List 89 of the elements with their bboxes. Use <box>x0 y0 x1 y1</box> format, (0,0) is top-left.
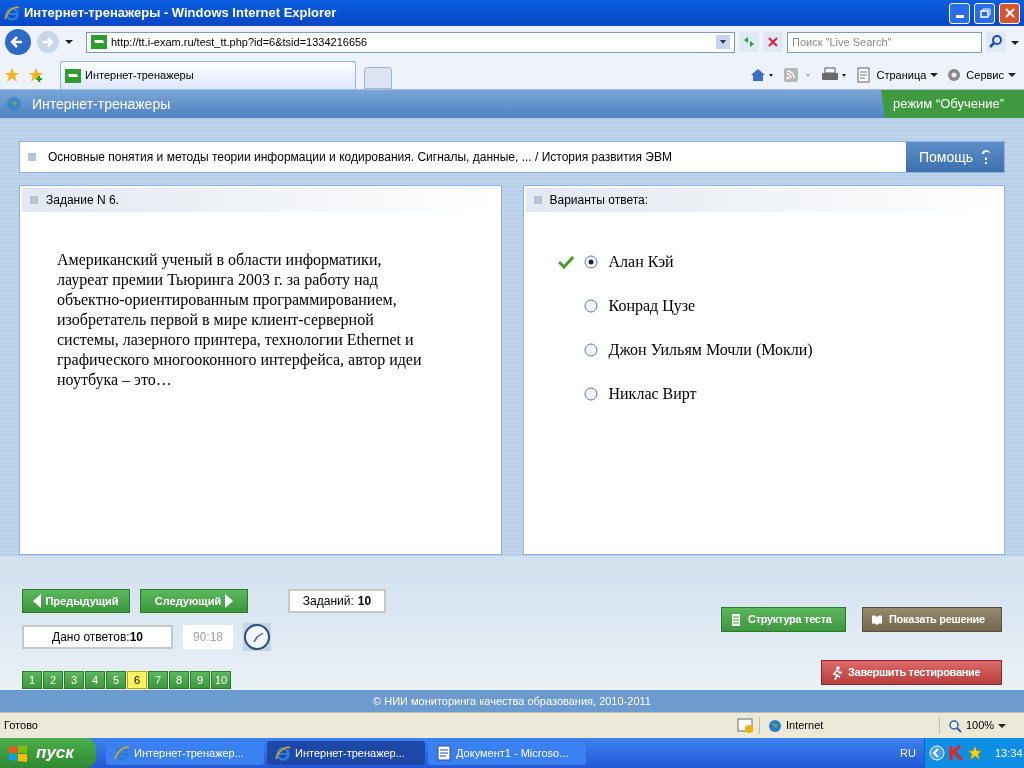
tools-menu[interactable]: Сервис <box>946 66 1016 84</box>
back-icon[interactable] <box>4 28 32 56</box>
answer-option[interactable]: Никлас Вирт <box>608 382 697 406</box>
clock-text: 13:34 <box>995 745 1023 761</box>
language-indicator: RU <box>900 745 916 761</box>
radio-button[interactable] <box>583 255 598 269</box>
page-title: Интернет-тренажеры <box>32 94 172 114</box>
stop-icon[interactable] <box>763 32 783 52</box>
zone-text: Internet <box>786 718 824 734</box>
star-icon[interactable] <box>4 67 20 83</box>
chevron-left-icon[interactable] <box>929 745 945 761</box>
address-field[interactable]: http://tt.i-exam.ru/test_tt.php?id=6&tsid=1334216656 <box>86 31 735 53</box>
timer-text: 90:18 <box>183 625 233 649</box>
page-number-button[interactable]: 5 <box>106 671 126 689</box>
bullet-icon <box>28 153 36 161</box>
radio-button[interactable] <box>583 387 598 401</box>
window-title: Интернет-тренажеры - Windows Internet Explorer <box>24 4 338 23</box>
previous-button[interactable]: Предыдущий <box>22 589 130 613</box>
zoom-icon <box>948 718 962 733</box>
restore-icon <box>978 7 991 19</box>
question-text: Американский ученый в области информатики, лауреат премии Тьюринга 2003 г. за работу над объектно-ориентированным программированием, изобретатель первой в мире клиент-серверной системы, лазерного принтера, технологии Ethernet и графического многооконного интерфейса, автор идеи ноутбука – это… <box>57 250 423 390</box>
windows-logo-icon <box>8 744 28 762</box>
gear-icon <box>946 67 963 83</box>
dropdown-icon[interactable] <box>64 37 74 47</box>
page-number-button[interactable]: 4 <box>85 671 105 689</box>
panel-heading: Задание N 6. <box>46 192 119 209</box>
show-solution-button[interactable]: Показать решение <box>862 607 1002 632</box>
ie-icon <box>4 5 20 21</box>
answer-option[interactable]: Алан Кэй <box>608 250 674 274</box>
start-button[interactable]: пуск <box>0 738 96 768</box>
taskbar-item[interactable]: Интернет-тренажер... <box>106 741 264 765</box>
ie-icon <box>114 745 130 761</box>
page-menu[interactable]: Страница <box>856 66 939 84</box>
dropdown-icon <box>1008 71 1016 79</box>
page-number-button[interactable]: 2 <box>43 671 63 689</box>
close-icon <box>1003 7 1016 19</box>
help-icon <box>981 149 992 165</box>
running-person-icon <box>830 665 842 680</box>
right-arrow-icon <box>225 594 234 608</box>
page-number-button[interactable]: 3 <box>64 671 84 689</box>
answer-option[interactable]: Джон Уильям Мочли (Мокли) <box>608 338 813 362</box>
page-icon <box>65 68 81 83</box>
home-icon[interactable] <box>750 67 775 83</box>
help-button[interactable]: Помощь <box>906 142 1004 172</box>
restore-button[interactable] <box>974 2 995 24</box>
panel-heading: Варианты ответа: <box>549 192 649 209</box>
page-icon <box>91 35 107 49</box>
zoom-button[interactable]: 100% <box>939 717 1024 734</box>
taskbar-item[interactable]: Документ1 - Microso... <box>428 741 586 765</box>
left-arrow-icon <box>33 594 42 608</box>
search-icon[interactable] <box>986 32 1006 52</box>
page-number-button[interactable]: 9 <box>190 671 210 689</box>
document-icon <box>730 612 742 627</box>
page-number-button[interactable]: 10 <box>211 671 231 689</box>
page-icon <box>856 67 873 83</box>
dropdown-icon <box>930 71 939 79</box>
next-button[interactable]: Следующий <box>140 589 248 613</box>
page-number-button[interactable]: 6 <box>127 671 147 689</box>
search-field[interactable]: Поиск "Live Search" <box>787 31 982 53</box>
close-button[interactable] <box>999 2 1020 24</box>
refresh-icon[interactable] <box>739 32 759 52</box>
finish-button[interactable]: Завершить тестирование <box>821 660 1002 685</box>
footer-text: © НИИ мониторинга качества образования, 2010-2011 <box>0 690 1024 712</box>
bullet-icon <box>533 196 542 204</box>
radio-button[interactable] <box>583 343 598 357</box>
minimize-icon <box>955 14 964 18</box>
ie-icon <box>275 745 291 761</box>
bullet-icon <box>30 196 38 204</box>
page-number-button[interactable]: 7 <box>148 671 168 689</box>
minimize-button[interactable] <box>949 2 970 24</box>
radio-button[interactable] <box>583 299 598 313</box>
document-icon <box>436 745 452 761</box>
taskbar-item[interactable]: Интернет-тренажер... <box>267 741 425 765</box>
breadcrumb-text: Основные понятия и методы теории информации и кодирования. Сигналы, данные, ... / История развития ЭВМ <box>48 149 672 166</box>
answer-option[interactable]: Конрад Цузе <box>608 294 696 318</box>
clock-icon <box>243 623 271 651</box>
security-icon <box>737 717 755 734</box>
page-number-button[interactable]: 1 <box>22 671 42 689</box>
page-number-button[interactable]: 8 <box>169 671 189 689</box>
answered-count: Дано ответов:10 <box>22 625 173 649</box>
add-favorite-icon[interactable] <box>28 67 44 83</box>
status-text: Готово <box>3 718 39 734</box>
structure-button[interactable]: Структура теста <box>721 607 846 632</box>
dropdown-icon <box>998 721 1007 730</box>
task-count: Заданий: 10 <box>288 589 386 613</box>
printer-icon[interactable] <box>820 67 849 83</box>
star-icon[interactable] <box>967 745 983 761</box>
dropdown-icon[interactable] <box>716 35 730 49</box>
browser-tab[interactable]: Интернет-тренажеры <box>60 61 356 89</box>
